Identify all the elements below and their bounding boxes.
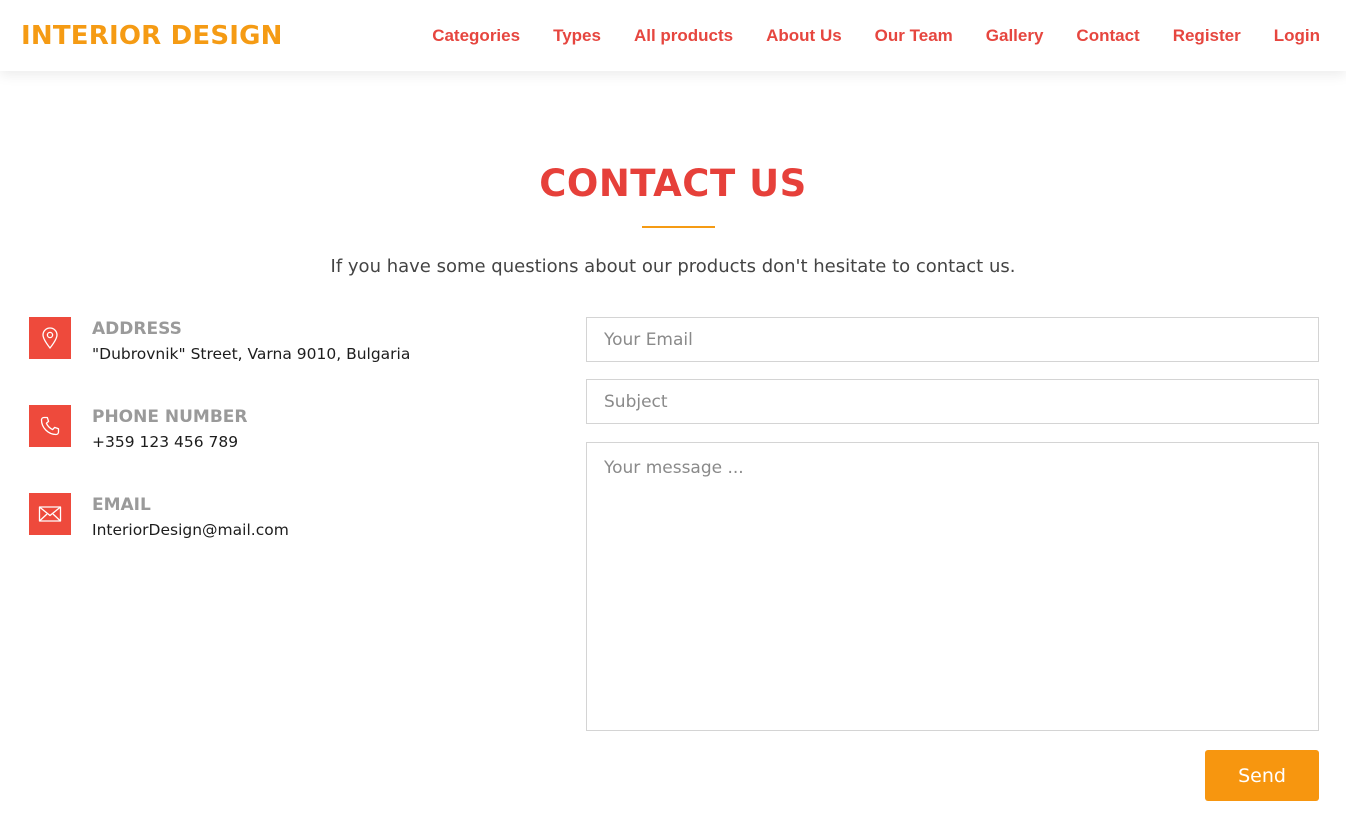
- email-label: EMAIL: [92, 495, 151, 515]
- email-value: InteriorDesign@mail.com: [92, 521, 289, 539]
- nav-link-register[interactable]: Register: [1173, 26, 1241, 46]
- contact-info-email: EMAIL InteriorDesign@mail.com: [29, 493, 549, 581]
- contact-info-list: ADDRESS "Dubrovnik" Street, Varna 9010, …: [29, 317, 549, 581]
- nav-link-types[interactable]: Types: [553, 26, 601, 46]
- nav-link-our-team[interactable]: Our Team: [875, 26, 953, 46]
- message-textarea[interactable]: [586, 442, 1319, 731]
- nav-link-contact[interactable]: Contact: [1076, 26, 1139, 46]
- email-text: EMAIL InteriorDesign@mail.com: [92, 493, 289, 581]
- subject-input[interactable]: [586, 379, 1319, 424]
- send-button[interactable]: Send: [1205, 750, 1319, 801]
- address-label: ADDRESS: [92, 319, 182, 339]
- nav-link-login[interactable]: Login: [1274, 26, 1320, 46]
- nav-link-gallery[interactable]: Gallery: [986, 26, 1044, 46]
- contact-form: Send: [586, 317, 1319, 801]
- title-divider: [642, 226, 715, 228]
- address-value: "Dubrovnik" Street, Varna 9010, Bulgaria: [92, 345, 411, 363]
- phone-text: PHONE NUMBER +359 123 456 789: [92, 405, 248, 493]
- contact-info-phone: PHONE NUMBER +359 123 456 789: [29, 405, 549, 493]
- contact-info-address: ADDRESS "Dubrovnik" Street, Varna 9010, …: [29, 317, 549, 405]
- address-text: ADDRESS "Dubrovnik" Street, Varna 9010, …: [92, 317, 410, 405]
- page-subtitle: If you have some questions about our pro…: [330, 256, 1016, 277]
- brand-logo[interactable]: INTERIOR DESIGN: [21, 21, 283, 51]
- page-title: CONTACT US: [539, 162, 807, 205]
- email-input[interactable]: [586, 317, 1319, 362]
- phone-icon: [29, 405, 71, 447]
- map-pin-icon: [29, 317, 71, 359]
- top-navbar: INTERIOR DESIGN Categories Types All pro…: [0, 0, 1346, 71]
- phone-label: PHONE NUMBER: [92, 407, 248, 427]
- main-nav: Categories Types All products About Us O…: [432, 26, 1320, 46]
- nav-link-all-products[interactable]: All products: [634, 26, 733, 46]
- nav-link-about-us[interactable]: About Us: [766, 26, 842, 46]
- nav-link-categories[interactable]: Categories: [432, 26, 520, 46]
- phone-value: +359 123 456 789: [92, 433, 239, 451]
- envelope-icon: [29, 493, 71, 535]
